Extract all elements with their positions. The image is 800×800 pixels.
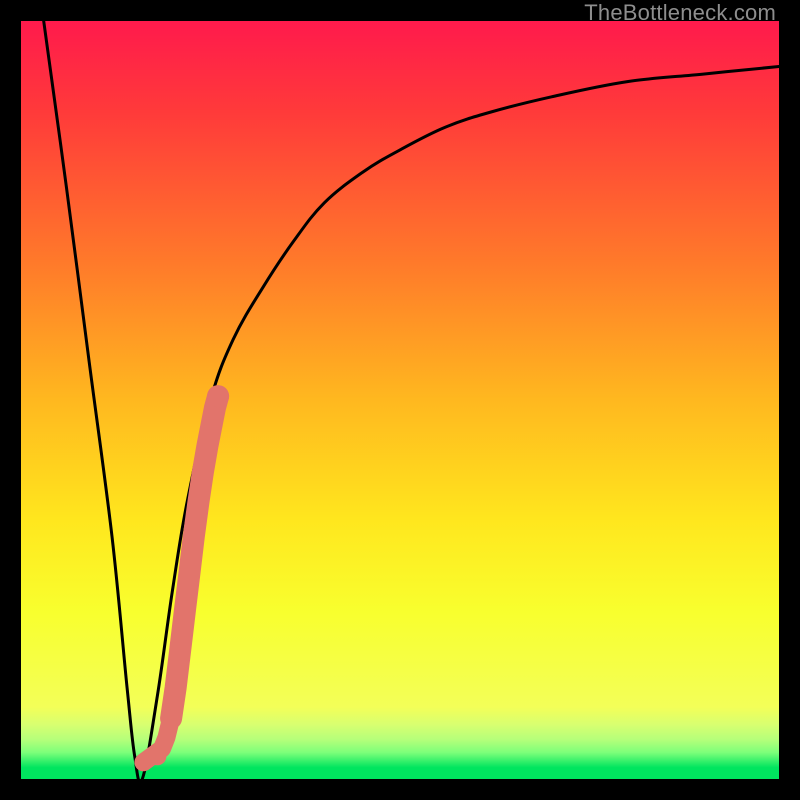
- watermark-text: TheBottleneck.com: [584, 0, 776, 26]
- marker-cap: [148, 747, 166, 765]
- marker-cap: [207, 385, 229, 407]
- plot-area: [21, 21, 779, 779]
- outer-frame: TheBottleneck.com: [0, 0, 800, 800]
- gradient-background: [21, 21, 779, 779]
- bottleneck-chart: [21, 21, 779, 779]
